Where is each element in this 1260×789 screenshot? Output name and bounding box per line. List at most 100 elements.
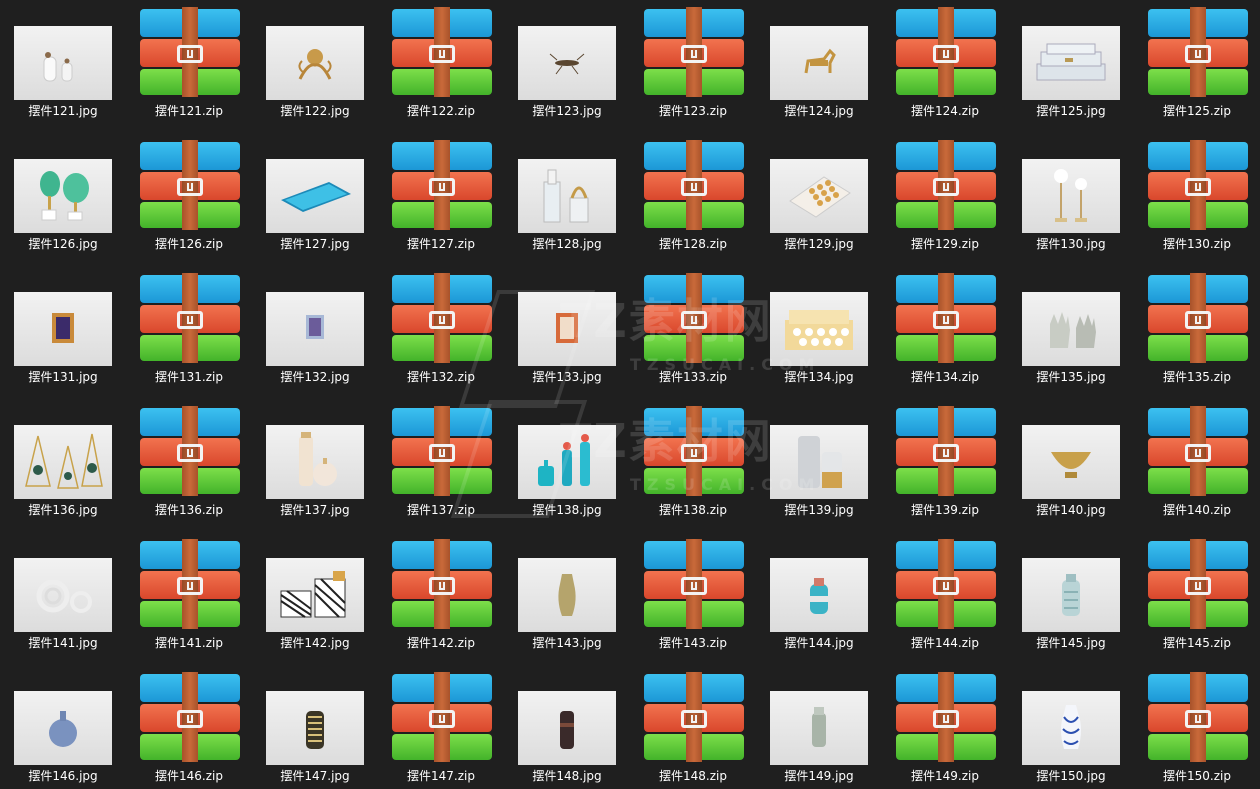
winrar-archive-icon — [140, 539, 240, 631]
file-item-image[interactable]: 摆件125.jpg — [1008, 0, 1134, 133]
image-thumbnail — [14, 691, 112, 765]
image-thumbnail — [1022, 558, 1120, 632]
winrar-archive-icon — [896, 406, 996, 498]
file-item-zip[interactable]: 摆件123.zip — [630, 0, 756, 133]
file-item-zip[interactable]: 摆件147.zip — [378, 665, 504, 789]
file-item-image[interactable]: 摆件131.jpg — [0, 266, 126, 399]
file-item-zip[interactable]: 摆件138.zip — [630, 399, 756, 532]
file-item-image[interactable]: 摆件146.jpg — [0, 665, 126, 789]
file-item-zip[interactable]: 摆件127.zip — [378, 133, 504, 266]
winrar-archive-icon — [392, 672, 492, 764]
winrar-archive-icon — [644, 7, 744, 99]
winrar-archive-icon — [644, 672, 744, 764]
winrar-archive-icon — [1148, 672, 1248, 764]
image-thumbnail — [770, 159, 868, 233]
file-item-zip[interactable]: 摆件122.zip — [378, 0, 504, 133]
file-item-image[interactable]: 摆件145.jpg — [1008, 532, 1134, 665]
file-item-zip[interactable]: 摆件136.zip — [126, 399, 252, 532]
file-item-zip[interactable]: 摆件150.zip — [1134, 665, 1260, 789]
file-item-image[interactable]: 摆件122.jpg — [252, 0, 378, 133]
file-item-image[interactable]: 摆件121.jpg — [0, 0, 126, 133]
file-item-image[interactable]: 摆件135.jpg — [1008, 266, 1134, 399]
file-name-label: 摆件144.zip — [911, 636, 979, 650]
file-item-image[interactable]: 摆件148.jpg — [504, 665, 630, 789]
file-item-zip[interactable]: 摆件125.zip — [1134, 0, 1260, 133]
file-item-zip[interactable]: 摆件144.zip — [882, 532, 1008, 665]
file-item-zip[interactable]: 摆件146.zip — [126, 665, 252, 789]
file-item-zip[interactable]: 摆件130.zip — [1134, 133, 1260, 266]
image-thumbnail — [518, 26, 616, 100]
winrar-archive-icon — [896, 273, 996, 365]
winrar-archive-icon — [896, 539, 996, 631]
file-name-label: 摆件130.jpg — [1036, 237, 1106, 251]
file-name-label: 摆件134.zip — [911, 370, 979, 384]
file-item-image[interactable]: 摆件130.jpg — [1008, 133, 1134, 266]
file-item-image[interactable]: 摆件142.jpg — [252, 532, 378, 665]
file-name-label: 摆件147.zip — [407, 769, 475, 783]
file-name-label: 摆件135.zip — [1163, 370, 1231, 384]
file-name-label: 摆件139.jpg — [784, 503, 854, 517]
file-item-image[interactable]: 摆件150.jpg — [1008, 665, 1134, 789]
file-item-image[interactable]: 摆件149.jpg — [756, 665, 882, 789]
image-thumbnail — [1022, 425, 1120, 499]
file-item-image[interactable]: 摆件147.jpg — [252, 665, 378, 789]
file-item-image[interactable]: 摆件124.jpg — [756, 0, 882, 133]
file-item-zip[interactable]: 摆件121.zip — [126, 0, 252, 133]
image-thumbnail — [518, 159, 616, 233]
file-item-image[interactable]: 摆件141.jpg — [0, 532, 126, 665]
file-name-label: 摆件128.zip — [659, 237, 727, 251]
file-item-zip[interactable]: 摆件131.zip — [126, 266, 252, 399]
file-item-zip[interactable]: 摆件143.zip — [630, 532, 756, 665]
image-thumbnail — [266, 292, 364, 366]
file-name-label: 摆件128.jpg — [532, 237, 602, 251]
file-item-zip[interactable]: 摆件149.zip — [882, 665, 1008, 789]
winrar-archive-icon — [644, 539, 744, 631]
file-item-zip[interactable]: 摆件134.zip — [882, 266, 1008, 399]
file-name-label: 摆件123.zip — [659, 104, 727, 118]
file-item-image[interactable]: 摆件137.jpg — [252, 399, 378, 532]
image-thumbnail — [266, 26, 364, 100]
file-name-label: 摆件150.zip — [1163, 769, 1231, 783]
file-item-zip[interactable]: 摆件140.zip — [1134, 399, 1260, 532]
file-item-image[interactable]: 摆件123.jpg — [504, 0, 630, 133]
file-name-label: 摆件125.jpg — [1036, 104, 1106, 118]
file-item-image[interactable]: 摆件132.jpg — [252, 266, 378, 399]
file-item-image[interactable]: 摆件144.jpg — [756, 532, 882, 665]
file-item-zip[interactable]: 摆件145.zip — [1134, 532, 1260, 665]
image-thumbnail — [14, 292, 112, 366]
file-item-zip[interactable]: 摆件128.zip — [630, 133, 756, 266]
file-name-label: 摆件124.jpg — [784, 104, 854, 118]
image-thumbnail — [1022, 691, 1120, 765]
file-item-image[interactable]: 摆件126.jpg — [0, 133, 126, 266]
image-thumbnail — [266, 425, 364, 499]
file-item-zip[interactable]: 摆件139.zip — [882, 399, 1008, 532]
file-name-label: 摆件139.zip — [911, 503, 979, 517]
file-name-label: 摆件138.zip — [659, 503, 727, 517]
file-item-zip[interactable]: 摆件135.zip — [1134, 266, 1260, 399]
file-item-image[interactable]: 摆件143.jpg — [504, 532, 630, 665]
image-thumbnail — [1022, 26, 1120, 100]
image-thumbnail — [1022, 159, 1120, 233]
file-item-zip[interactable]: 摆件141.zip — [126, 532, 252, 665]
file-item-image[interactable]: 摆件128.jpg — [504, 133, 630, 266]
file-item-image[interactable]: 摆件139.jpg — [756, 399, 882, 532]
file-item-zip[interactable]: 摆件142.zip — [378, 532, 504, 665]
file-name-label: 摆件141.zip — [155, 636, 223, 650]
file-item-zip[interactable]: 摆件124.zip — [882, 0, 1008, 133]
file-name-label: 摆件135.jpg — [1036, 370, 1106, 384]
file-item-zip[interactable]: 摆件129.zip — [882, 133, 1008, 266]
file-item-zip[interactable]: 摆件126.zip — [126, 133, 252, 266]
image-thumbnail — [14, 159, 112, 233]
file-item-image[interactable]: 摆件140.jpg — [1008, 399, 1134, 532]
file-item-zip[interactable]: 摆件133.zip — [630, 266, 756, 399]
image-thumbnail — [770, 691, 868, 765]
file-item-image[interactable]: 摆件127.jpg — [252, 133, 378, 266]
file-item-image[interactable]: 摆件136.jpg — [0, 399, 126, 532]
file-name-label: 摆件148.jpg — [532, 769, 602, 783]
file-item-image[interactable]: 摆件129.jpg — [756, 133, 882, 266]
file-name-label: 摆件121.zip — [155, 104, 223, 118]
file-item-image[interactable]: 摆件134.jpg — [756, 266, 882, 399]
file-name-label: 摆件146.zip — [155, 769, 223, 783]
image-thumbnail — [770, 558, 868, 632]
file-item-zip[interactable]: 摆件148.zip — [630, 665, 756, 789]
